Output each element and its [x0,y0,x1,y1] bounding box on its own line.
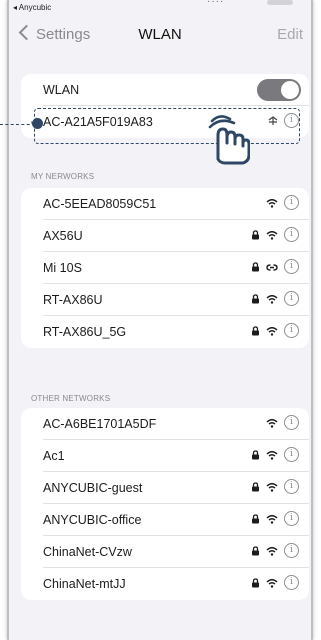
status-dots: ···· [207,0,225,7]
lock-icon [252,449,259,459]
network-name: Mi 10S [43,261,82,275]
network-name: ANYCUBIC-office [43,513,142,527]
wifi-icon [266,418,278,428]
network-name: ChinaNet-mtJJ [43,577,126,591]
network-row[interactable]: RT-AX86U i [21,284,309,316]
callout-dot [32,118,43,129]
lock-icon [252,577,259,587]
wifi-icon [266,514,278,524]
wifi-icon [266,482,278,492]
nav-bar: Settings WLAN Edit [9,22,311,52]
info-icon[interactable]: i [284,543,299,558]
lock-icon [252,261,259,271]
network-row[interactable]: AX56U i [21,220,309,252]
wlan-toggle[interactable] [257,79,301,101]
info-icon[interactable]: i [284,227,299,242]
network-row[interactable]: AC-A6BE1701A5DF i [21,408,309,440]
toggle-knob [281,81,299,99]
network-name: RT-AX86U [43,293,103,307]
network-name: RT-AX86U_5G [43,325,127,339]
info-icon[interactable]: i [284,291,299,306]
highlight-box [34,108,300,144]
network-name: AC-A6BE1701A5DF [43,417,157,431]
wifi-icon [266,198,278,208]
page-title: WLAN [138,26,182,43]
tap-hand-icon [208,115,250,165]
other-networks-header: OTHER NETWORKS [31,394,111,403]
network-name: ANYCUBIC-guest [43,481,143,495]
network-name: Ac1 [43,449,65,463]
info-icon[interactable]: i [284,447,299,462]
info-icon[interactable]: i [284,479,299,494]
network-row[interactable]: AC-5EEAD8059C51 i [21,188,309,220]
network-row[interactable]: ChinaNet-mtJJ i [21,568,309,600]
edit-button[interactable]: Edit [277,26,303,43]
wifi-icon [266,230,278,240]
info-icon[interactable]: i [284,323,299,338]
my-networks-group: AC-5EEAD8059C51 i AX56U i Mi 10S i RT-AX86U i RT… [21,188,309,348]
wifi-icon [266,578,278,588]
network-name: AX56U [43,229,83,243]
status-pill [267,0,293,5]
network-row[interactable]: ANYCUBIC-guest i [21,472,309,504]
network-row[interactable]: ANYCUBIC-office i [21,504,309,536]
wifi-icon [266,546,278,556]
phone-screen: ◂ Anycubic ···· Settings WLAN Edit WLAN … [7,0,313,640]
lock-icon [252,545,259,555]
network-row[interactable]: ChinaNet-CVzw i [21,536,309,568]
other-networks-group: AC-A6BE1701A5DF i Ac1 i ANYCUBIC-guest i ANYCU… [21,408,309,600]
status-bar: ◂ Anycubic ···· [9,0,311,14]
wlan-toggle-row: WLAN [21,74,309,106]
info-icon[interactable]: i [284,575,299,590]
network-row[interactable]: Ac1 i [21,440,309,472]
network-name: AC-5EEAD8059C51 [43,197,157,211]
hotspot-icon [266,263,278,271]
wlan-label: WLAN [43,83,80,97]
info-icon[interactable]: i [284,511,299,526]
wifi-icon [266,450,278,460]
network-row[interactable]: Mi 10S i [21,252,309,284]
lock-icon [252,513,259,523]
info-icon[interactable]: i [284,195,299,210]
network-row[interactable]: RT-AX86U_5G i [21,316,309,348]
info-icon[interactable]: i [284,415,299,430]
back-to-app-link[interactable]: ◂ Anycubic [13,3,51,12]
info-icon[interactable]: i [284,259,299,274]
lock-icon [252,481,259,491]
network-name: ChinaNet-CVzw [43,545,132,559]
my-networks-header: MY NERWORKS [31,172,95,181]
lock-icon [252,325,259,335]
lock-icon [252,229,259,239]
wifi-icon [266,294,278,304]
lock-icon [252,293,259,303]
wifi-icon [266,326,278,336]
callout-line [0,124,35,125]
